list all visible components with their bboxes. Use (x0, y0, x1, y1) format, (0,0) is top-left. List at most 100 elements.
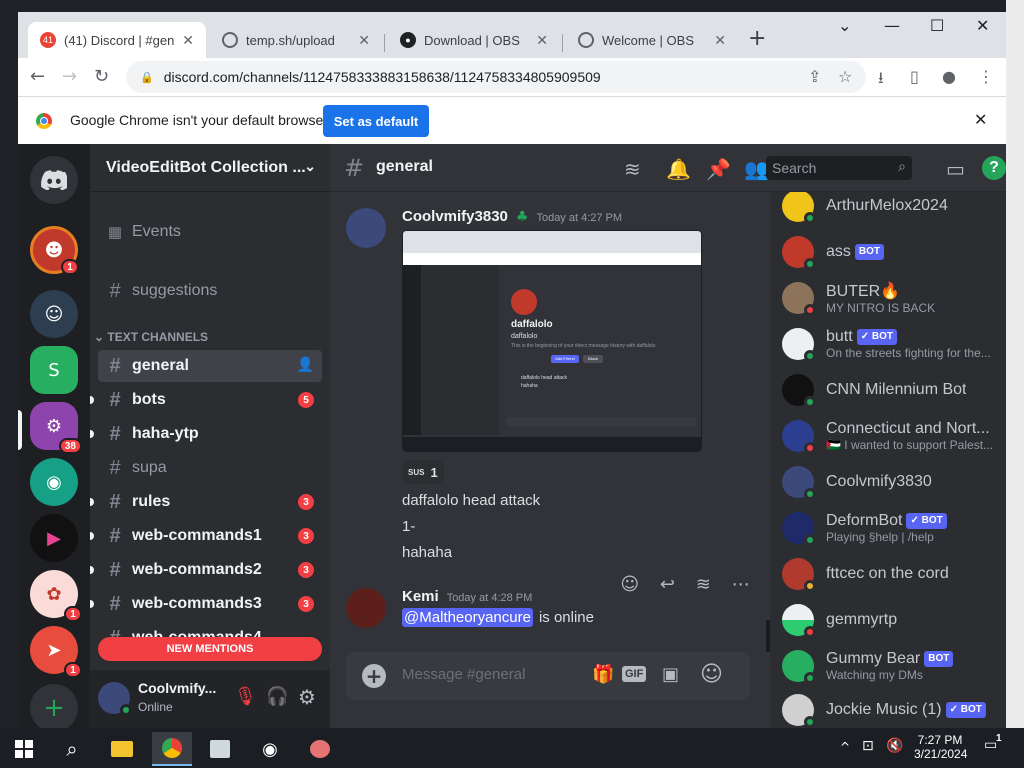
gif-icon[interactable]: GIF (622, 666, 647, 682)
server-icon-7[interactable]: ✿ 1 (30, 570, 82, 622)
member-item[interactable]: Gummy Bear BOT Watching my DMs (778, 644, 998, 688)
channel-web-commands1[interactable]: # web-commands1 3 (90, 520, 322, 552)
tab-search-chevron-icon[interactable]: ⌄ (838, 16, 851, 35)
menu-kebab-icon[interactable]: ⋮ (978, 67, 994, 86)
close-tab-icon[interactable]: ✕ (358, 32, 370, 49)
reply-icon[interactable]: ↩ (660, 574, 675, 595)
server-icon-videoeditbot[interactable]: ⚙ 38 (30, 402, 82, 454)
author-avatar[interactable] (346, 208, 386, 248)
attach-plus-icon[interactable]: + (362, 664, 386, 688)
reaction-pill[interactable]: SUS 1 (402, 460, 444, 484)
obs-taskbar-icon[interactable]: ◉ (250, 732, 290, 766)
channel-haha-ytp[interactable]: # haha-ytp (90, 418, 322, 450)
address-bar[interactable]: 🔒 discord.com/channels/11247583338831586… (126, 61, 866, 93)
add-server-icon[interactable]: + (30, 684, 78, 728)
image-attachment[interactable]: daffalolo daffalolo This is the beginnin… (402, 230, 702, 452)
close-tab-icon[interactable]: ✕ (536, 32, 548, 49)
tab-obs-welcome[interactable]: Welcome | OBS ✕ (566, 22, 738, 58)
message-author[interactable]: Coolvmify3830 (402, 208, 508, 225)
close-tab-icon[interactable]: ✕ (714, 32, 726, 49)
maximize-button[interactable]: ☐ (930, 16, 944, 35)
pin-icon[interactable]: 📌 (706, 157, 731, 181)
file-explorer-icon[interactable] (102, 732, 142, 766)
channel-rules[interactable]: # rules 3 (90, 486, 322, 518)
forward-button[interactable]: → (62, 66, 77, 87)
close-window-button[interactable]: ✕ (976, 16, 989, 35)
category-text-channels[interactable]: ⌄ TEXT CHANNELS (94, 330, 208, 344)
member-item[interactable]: fttcec on the cord (778, 552, 998, 596)
sticker-icon[interactable]: ▣ (662, 664, 679, 685)
user-mention[interactable]: @Maltheoryancure (402, 608, 533, 627)
tab-obs-download[interactable]: ● Download | OBS ✕ (388, 22, 560, 58)
member-item[interactable]: Jockie Music (1) ✓ BOT (778, 688, 998, 728)
deafen-headphones-icon[interactable]: 🎧 (266, 686, 288, 707)
back-button[interactable]: ← (30, 66, 45, 87)
server-icon-2[interactable]: ☺ (30, 290, 78, 338)
message-composer[interactable]: + Message #general 🎁 GIF ▣ ☺ (346, 652, 750, 700)
channel-supa[interactable]: # supa (98, 452, 322, 484)
reload-button[interactable]: ↻ (94, 66, 109, 87)
share-icon[interactable]: ⇪ (808, 67, 821, 86)
notification-bell-icon[interactable]: 🔔 (666, 157, 691, 181)
inbox-icon[interactable]: ▭ (946, 157, 965, 181)
show-hidden-icons-icon[interactable]: ^ (840, 740, 850, 754)
help-icon[interactable]: ? (982, 156, 1006, 180)
channel-general[interactable]: # general 👤 (98, 350, 322, 382)
user-avatar[interactable] (98, 682, 132, 716)
channel-web-commands2[interactable]: # web-commands2 3 (90, 554, 322, 586)
channel-web-commands3[interactable]: # web-commands3 3 (90, 588, 322, 620)
download-icon[interactable]: ⭳ (878, 67, 884, 94)
mute-mic-icon[interactable]: 🎙 (234, 686, 257, 707)
new-tab-button[interactable]: + (748, 26, 766, 51)
start-button[interactable] (4, 732, 44, 766)
create-invite-icon[interactable]: 👤 (297, 356, 314, 373)
server-icon-5[interactable]: ◉ (30, 458, 78, 506)
threads-icon[interactable]: ≋ (624, 157, 641, 181)
server-icon-3[interactable]: S (30, 346, 78, 394)
volume-muted-icon[interactable]: 🔇 (886, 738, 903, 754)
minimize-button[interactable]: — (884, 16, 900, 35)
member-item[interactable]: BUTER🔥 MY NITRO IS BACK (778, 276, 998, 320)
member-item[interactable]: CNN Milennium Bot (778, 368, 998, 412)
member-item[interactable]: DeformBot ✓ BOT Playing §help | /help (778, 506, 998, 550)
close-tab-icon[interactable]: ✕ (182, 32, 194, 49)
network-icon[interactable]: ⊡ (862, 738, 874, 754)
new-mentions-button[interactable]: NEW MENTIONS (98, 637, 322, 661)
clock[interactable]: 7:27 PM 3/21/2024 (914, 733, 967, 761)
member-item[interactable]: Coolvmify3830 (778, 460, 998, 504)
tab-temp-sh[interactable]: temp.sh/upload ✕ (210, 22, 382, 58)
profile-icon[interactable]: ● (942, 67, 956, 86)
server-icon-1[interactable]: ☻ 1 (30, 226, 79, 275)
member-item[interactable]: butt ✓ BOT On the streets fighting for the… (778, 322, 998, 366)
add-reaction-icon[interactable]: ☺ (620, 574, 639, 595)
server-header[interactable]: VideoEditBot Collection ... ⌄ (90, 144, 330, 192)
search-icon[interactable]: ⌕ (52, 732, 92, 766)
more-options-icon[interactable]: ⋯ (732, 574, 750, 595)
side-panel-icon[interactable]: ▯ (910, 67, 919, 86)
infobar-close-icon[interactable]: ✕ (974, 110, 987, 129)
search-input[interactable]: Search ⌕ (766, 156, 912, 180)
member-item[interactable]: ArthurMelox2024 (778, 192, 998, 228)
author-avatar[interactable] (346, 588, 386, 628)
events-link[interactable]: ▦ Events (98, 216, 322, 248)
tab-discord[interactable]: 41 (41) Discord | #general ✕ (28, 22, 206, 58)
chrome-taskbar-icon[interactable] (152, 732, 192, 766)
member-item[interactable]: ass BOT (778, 230, 998, 274)
create-thread-icon[interactable]: ≋ (696, 574, 711, 595)
server-icon-6[interactable]: ▶ (30, 514, 78, 562)
member-item[interactable]: gemmyrtp (778, 598, 998, 642)
notification-center-icon[interactable]: ▭ 1 (984, 733, 1002, 753)
direct-messages-home-icon[interactable] (30, 156, 78, 204)
member-item[interactable]: Connecticut and Nort... 🇵🇸 I wanted to su… (778, 414, 998, 458)
gift-icon[interactable]: 🎁 (592, 664, 614, 685)
channel-suggestions[interactable]: # suggestions (98, 275, 322, 307)
bookmark-star-icon[interactable]: ☆ (838, 67, 852, 86)
message-author[interactable]: Kemi (402, 588, 439, 605)
app-icon-notepad[interactable] (200, 732, 240, 766)
emoji-icon[interactable]: ☺ (700, 662, 723, 687)
server-icon-8[interactable]: ➤ 1 (30, 626, 82, 678)
channel-bots[interactable]: # bots 5 (90, 384, 322, 416)
user-settings-gear-icon[interactable]: ⚙ (298, 685, 316, 709)
app-icon-paint[interactable] (300, 732, 340, 766)
set-default-button[interactable]: Set as default (323, 105, 429, 137)
